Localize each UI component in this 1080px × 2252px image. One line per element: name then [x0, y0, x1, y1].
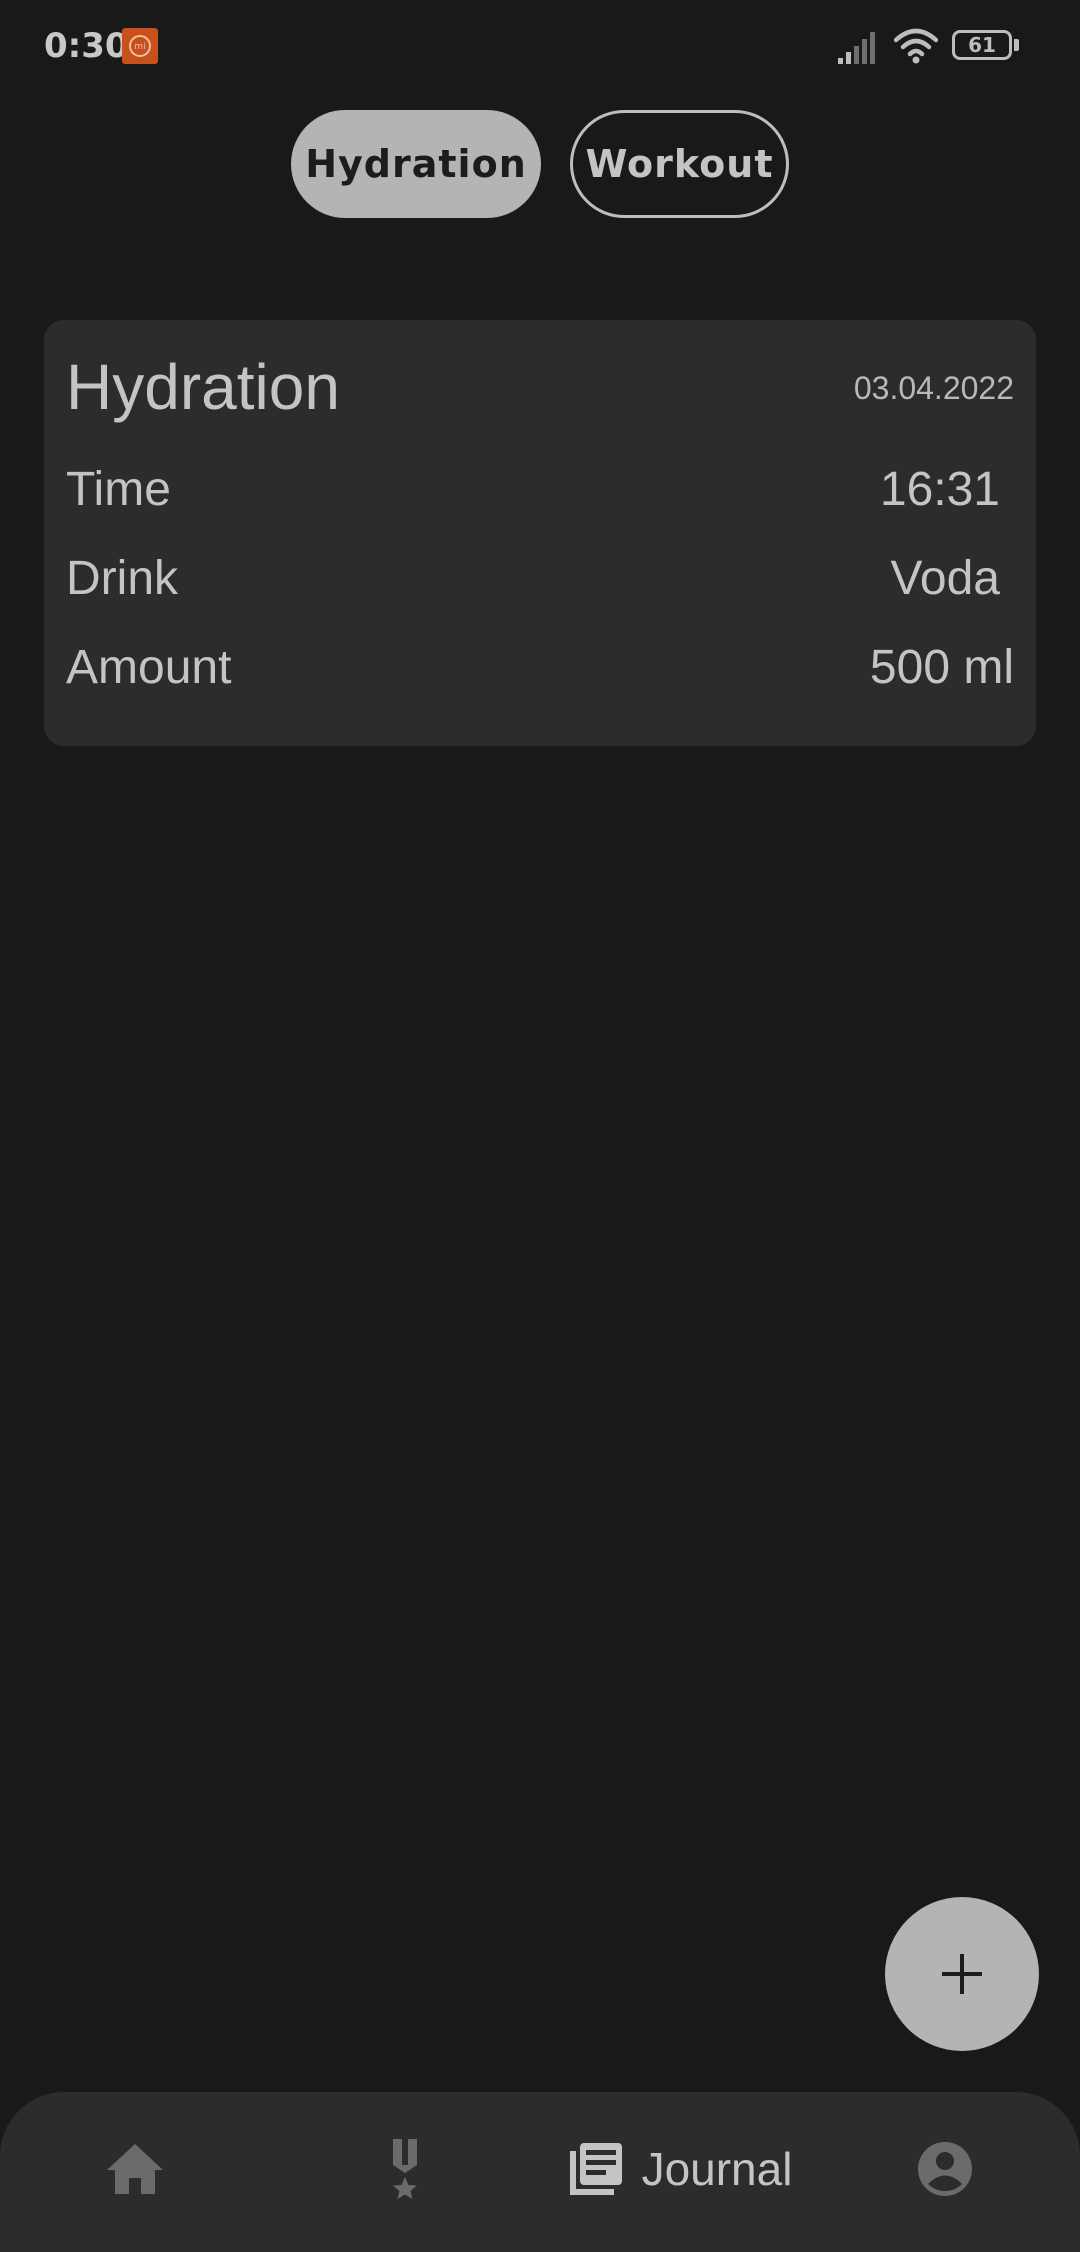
battery-icon: 61 [952, 30, 1022, 64]
nav-item-achievements[interactable] [350, 2092, 460, 2246]
battery-level: 61 [952, 30, 1012, 60]
nav-item-profile[interactable] [890, 2092, 1000, 2246]
drink-value: Voda [890, 552, 1000, 605]
status-bar: 0:30 mi 61 [0, 0, 1080, 96]
amount-value: 500 ml [869, 641, 1014, 694]
nav-label-journal: Journal [641, 2143, 793, 2195]
journal-entry-card[interactable]: Hydration 03.04.2022 Time 16:31 Drink Vo… [44, 320, 1036, 746]
entry-title: Hydration [66, 351, 340, 423]
journal-icon [569, 2143, 622, 2195]
nav-item-journal[interactable]: Journal [560, 2092, 800, 2246]
app-notification-icon: mi [122, 28, 158, 64]
plus-icon [942, 1954, 982, 1994]
filter-tabs: Hydration Workout [0, 110, 1080, 220]
nav-item-home[interactable] [80, 2092, 190, 2246]
status-time: 0:30 [44, 26, 129, 66]
drink-label: Drink [66, 552, 179, 605]
bottom-navigation: Journal [0, 2092, 1080, 2252]
medal-icon [393, 2139, 417, 2199]
add-entry-button[interactable] [885, 1897, 1039, 2051]
wifi-icon [893, 28, 939, 64]
svg-text:mi: mi [134, 42, 145, 52]
time-value: 16:31 [879, 463, 1000, 516]
entry-date: 03.04.2022 [853, 370, 1014, 406]
account-icon [918, 2142, 972, 2196]
tab-hydration[interactable]: Hydration [291, 110, 541, 218]
signal-icon [838, 30, 880, 64]
amount-label: Amount [66, 641, 232, 694]
tab-workout[interactable]: Workout [570, 110, 789, 218]
home-icon [107, 2144, 163, 2194]
time-label: Time [66, 463, 171, 516]
